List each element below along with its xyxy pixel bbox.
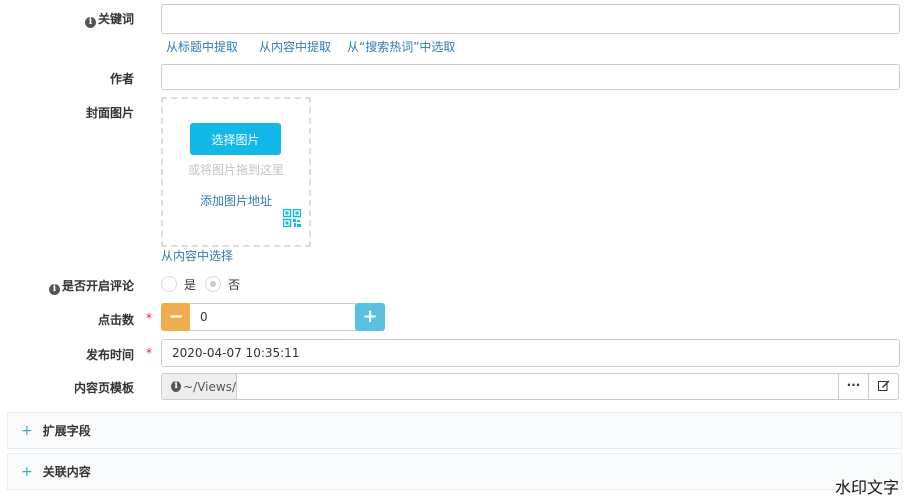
clicks-label: 点击数: [97, 313, 134, 327]
expand-icon: +: [21, 463, 33, 480]
extract-from-title-link[interactable]: 从标题中提取: [166, 38, 238, 55]
template-prefix-addon: i ~/Views/: [161, 373, 237, 400]
template-input[interactable]: [236, 373, 839, 400]
qr-code-icon[interactable]: [282, 208, 302, 228]
clicks-required-mark: *: [146, 311, 152, 325]
publish-time-input[interactable]: 2020-04-07 10:35:11: [161, 339, 900, 367]
comments-label: i 是否开启评论: [48, 277, 134, 295]
add-image-url-link[interactable]: 添加图片地址: [200, 192, 272, 209]
comments-no-radio[interactable]: [205, 276, 221, 292]
info-icon: i: [48, 284, 60, 295]
edit-icon: [877, 379, 890, 394]
extract-from-content-link[interactable]: 从内容中提取: [259, 38, 331, 55]
clicks-input[interactable]: 0: [190, 303, 356, 331]
edit-template-button[interactable]: [868, 373, 899, 400]
drag-hint: 或将图片拖到这里: [187, 163, 284, 177]
panel-title: 扩展字段: [42, 424, 91, 438]
watermark: 水印文字: [835, 478, 900, 497]
decrement-button[interactable]: −: [161, 303, 191, 331]
more-icon: ···: [846, 377, 861, 392]
extended-fields-panel[interactable]: + 扩展字段: [7, 412, 902, 449]
publish-time-label: 发布时间: [85, 348, 134, 362]
keyword-input[interactable]: [161, 4, 900, 34]
panel-title: 关联内容: [42, 465, 91, 479]
comments-no-label: 否: [228, 278, 241, 292]
info-icon: i: [171, 381, 182, 392]
keyword-label-text: 关键词: [97, 12, 134, 26]
select-hot-search-link[interactable]: 从“搜索热词”中选取: [347, 38, 455, 55]
browse-template-button[interactable]: ···: [838, 373, 869, 400]
choose-image-button[interactable]: 选择图片: [190, 123, 281, 155]
cover-label: 封面图片: [85, 106, 134, 120]
clicks-value: 0: [200, 310, 208, 324]
increment-button[interactable]: +: [355, 303, 385, 331]
comments-label-text: 是否开启评论: [61, 279, 134, 293]
comments-yes-radio[interactable]: [161, 276, 177, 292]
author-input[interactable]: [161, 64, 900, 90]
select-from-content-link[interactable]: 从内容中选择: [161, 247, 233, 264]
keyword-label: i 关键词: [84, 10, 134, 28]
template-prefix: ~/Views/: [183, 379, 236, 394]
info-icon: i: [84, 17, 96, 28]
template-label: 内容页模板: [73, 381, 134, 395]
comments-yes-label: 是: [184, 278, 197, 292]
publish-time-required-mark: *: [146, 346, 152, 360]
publish-time-value: 2020-04-07 10:35:11: [172, 346, 300, 360]
expand-icon: +: [21, 422, 33, 439]
author-label: 作者: [109, 72, 134, 86]
related-content-panel[interactable]: + 关联内容: [7, 453, 902, 490]
